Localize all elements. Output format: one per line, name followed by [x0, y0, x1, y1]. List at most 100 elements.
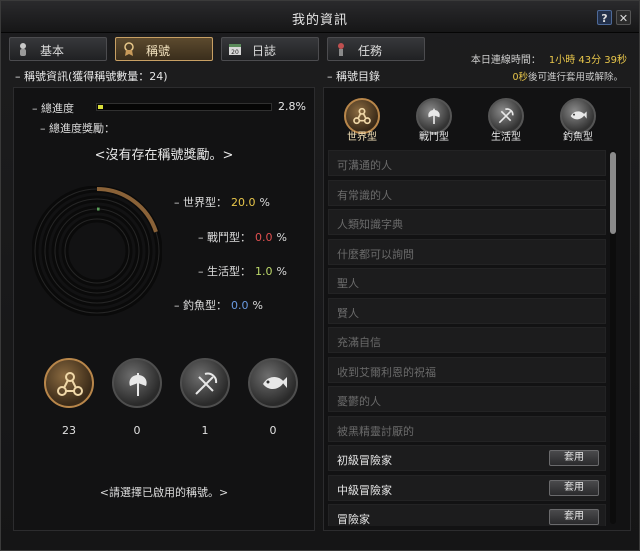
combat-type-icon	[129, 373, 147, 396]
title-name: 人類知識字典	[337, 218, 403, 231]
world-type-icon	[57, 372, 83, 396]
title-row[interactable]: 聖人	[328, 268, 606, 294]
title-name: 賢人	[337, 307, 359, 320]
title-name: 收到艾爾利恩的祝福	[337, 366, 436, 379]
title-row[interactable]: 初級冒險家 套用	[328, 445, 606, 471]
title-name: 什麼都可以詢問	[337, 248, 414, 261]
title-catalog-panel: 世界型 戰鬥型 生活型 釣魚型 可溝通的人有常識的人人類知識字典 什麼都可以詢問聖…	[323, 87, 631, 531]
close-button[interactable]: ✕	[616, 10, 631, 25]
stat-world-unit: %	[259, 196, 270, 209]
tab-journal[interactable]: 20 日誌	[221, 37, 319, 61]
stat-life-value: 1.0	[255, 265, 273, 278]
tab-basic[interactable]: 基本	[9, 37, 107, 61]
total-progress-value: 2.8%	[278, 100, 306, 113]
life-type-button[interactable]	[180, 358, 230, 408]
fishing-type-icon	[263, 376, 287, 390]
category-life-label: 生活型	[491, 132, 521, 143]
combat-type-button[interactable]	[112, 358, 162, 408]
combat-type-count: 0	[133, 424, 141, 437]
title-row[interactable]: 有常識的人	[328, 180, 606, 206]
category-world-label: 世界型	[347, 132, 377, 143]
ring-outline	[64, 218, 130, 284]
cooldown-hint-text: 後可進行套用或解除。	[527, 72, 623, 83]
title-name: 初級冒險家	[337, 454, 392, 467]
title-catalog-header-text: 稱號目錄	[336, 70, 380, 83]
stat-fishing-value: 0.0	[231, 299, 249, 312]
type-progress-box: – 世界型： 20.0% – 戰鬥型： 0.0% – 生活型： 1.0% – 釣魚型：…	[22, 174, 308, 334]
title-info-panel: – 總進度 2.8% – 總進度獎勵： <沒有存在稱號獎勵。> – 世界型： 20…	[13, 87, 315, 531]
apply-button[interactable]: 套用	[549, 450, 599, 466]
title-bar[interactable]: 我的資訊 ? ✕	[1, 1, 639, 33]
calendar-icon: 20	[229, 44, 241, 56]
apply-button[interactable]: 套用	[549, 480, 599, 496]
tab-title-label: 稱號	[146, 44, 171, 58]
stat-fishing-label: 釣魚型：	[183, 299, 227, 312]
tab-title[interactable]: 稱號	[115, 37, 213, 61]
connection-time: 本日連線時間： 1小時 43分 39秒	[471, 51, 627, 66]
stat-world: – 世界型： 20.0%	[174, 196, 270, 209]
calendar-day: 20	[231, 49, 239, 56]
cooldown-seconds: 0秒	[512, 72, 528, 83]
type-progress-rings	[32, 186, 162, 316]
window-title: 我的資訊	[291, 13, 348, 28]
category-combat-label: 戰鬥型	[419, 132, 449, 143]
total-progress-label: – 總進度	[32, 102, 74, 115]
fishing-type-icon	[570, 111, 587, 120]
title-row[interactable]: 收到艾爾利恩的祝福	[328, 357, 606, 383]
title-name: 被黑精靈討厭的	[337, 425, 414, 438]
ring-track	[41, 195, 153, 307]
title-row[interactable]: 中級冒險家 套用	[328, 475, 606, 501]
connection-time-label: 本日連線時間：	[470, 55, 541, 66]
title-name: 充滿自信	[337, 336, 381, 349]
title-list-scrollbar[interactable]	[610, 150, 616, 524]
title-name: 憂鬱的人	[337, 395, 381, 408]
progress-reward-label-text: 總進度獎勵：	[49, 122, 115, 135]
category-fishing[interactable]: 釣魚型	[554, 98, 602, 143]
title-name: 有常識的人	[337, 189, 392, 202]
title-row[interactable]: 賢人	[328, 298, 606, 324]
stat-combat-label: 戰鬥型：	[207, 231, 251, 244]
tab-quest[interactable]: 任務	[327, 37, 425, 61]
category-fishing-label: 釣魚型	[563, 132, 593, 143]
title-list: 可溝通的人有常識的人人類知識字典 什麼都可以詢問聖人賢人充滿自信收到艾爾利恩的祝福…	[328, 150, 612, 526]
title-row[interactable]: 被黑精靈討厭的	[328, 416, 606, 442]
title-row[interactable]: 可溝通的人	[328, 150, 606, 176]
scrollbar-thumb[interactable]	[610, 152, 616, 234]
title-info-header[interactable]: – 稱號資訊(獲得稱號數量：24)	[15, 68, 168, 84]
title-name: 可溝通的人	[337, 159, 392, 172]
tab-basic-label: 基本	[40, 44, 65, 58]
fishing-type-count: 0	[269, 424, 277, 437]
total-progress-bar	[96, 103, 272, 111]
title-row[interactable]: 憂鬱的人	[328, 386, 606, 412]
stat-combat-value: 0.0	[255, 231, 273, 244]
combat-type-icon	[428, 108, 440, 124]
stat-fishing-unit: %	[252, 299, 263, 312]
stat-combat-unit: %	[276, 231, 287, 244]
title-row[interactable]: 什麼都可以詢問	[328, 239, 606, 265]
world-type-icon	[353, 107, 371, 125]
title-catalog-header[interactable]: – 稱號目錄	[327, 68, 380, 84]
select-title-message: <請選擇已啟用的稱號。>	[99, 486, 229, 499]
category-world[interactable]: 世界型	[338, 98, 386, 143]
title-name: 中級冒險家	[337, 484, 392, 497]
progress-reward-label: – 總進度獎勵：	[40, 122, 115, 135]
stat-world-value: 20.0	[231, 196, 256, 209]
category-combat[interactable]: 戰鬥型	[410, 98, 458, 143]
stat-world-label: 世界型：	[183, 196, 227, 209]
world-type-button[interactable]	[44, 358, 94, 408]
medal-icon	[124, 42, 134, 56]
type-count-row: 23 0 1 0	[22, 358, 308, 438]
help-button[interactable]: ?	[597, 10, 612, 25]
tab-journal-label: 日誌	[252, 44, 277, 58]
title-row[interactable]: 人類知識字典	[328, 209, 606, 235]
fishing-type-button[interactable]	[248, 358, 298, 408]
reward-message: <沒有存在稱號獎勵。>	[94, 148, 234, 163]
title-row[interactable]: 充滿自信	[328, 327, 606, 353]
title-row[interactable]: 冒險家 套用	[328, 504, 606, 526]
apply-button[interactable]: 套用	[549, 509, 599, 525]
stat-combat: – 戰鬥型： 0.0%	[198, 231, 287, 244]
total-progress-fill	[98, 105, 103, 109]
connection-time-value: 1小時 43分 39秒	[548, 55, 627, 66]
title-info-header-text: 稱號資訊(獲得稱號數量：24)	[24, 70, 168, 83]
category-life[interactable]: 生活型	[482, 98, 530, 143]
